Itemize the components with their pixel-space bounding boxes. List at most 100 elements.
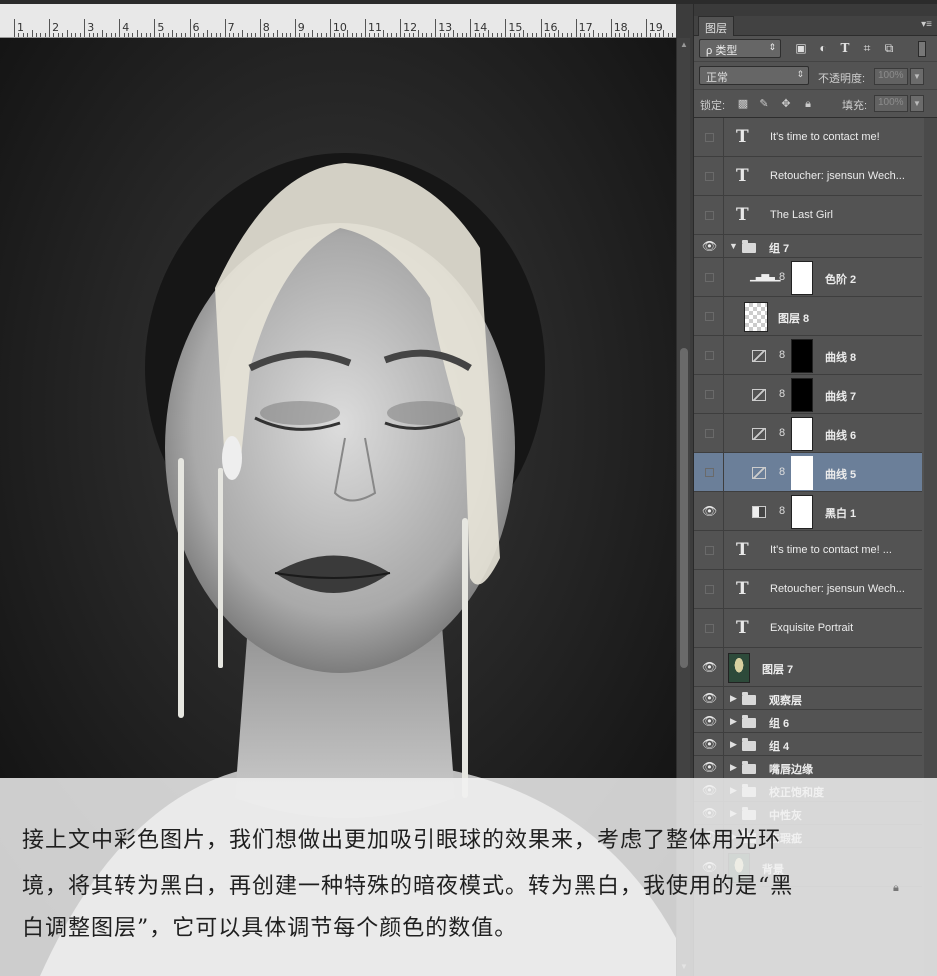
ruler-minor-tick [132,33,134,37]
layer-mask-thumbnail[interactable] [791,338,813,373]
visibility-toggle[interactable] [694,453,724,491]
layer-row[interactable]: 👁︎ 图层 7 [694,648,922,687]
layer-row[interactable]: 👁︎ 8 黑白 1 [694,492,922,531]
layer-row[interactable]: 👁︎ ▶ 观察层 [694,687,922,710]
visibility-eye-icon[interactable]: 👁︎ [694,492,724,530]
visibility-eye-icon[interactable]: 👁︎ [694,733,724,755]
layer-mask-thumbnail[interactable] [791,377,813,412]
visibility-toggle[interactable] [694,336,724,374]
ruler-minor-tick [422,33,424,37]
layer-row[interactable]: 👁︎ ▶ 组 6 [694,710,922,733]
layer-row[interactable]: T It's time to contact me! [694,118,922,157]
opacity-dropdown-icon[interactable]: ▼ [910,68,924,85]
fill-dropdown-icon[interactable]: ▼ [910,95,924,112]
ruler-minor-tick [57,33,59,37]
visibility-eye-icon[interactable]: 👁︎ [694,235,724,257]
visibility-eye-icon[interactable]: 👁︎ [694,756,724,778]
layer-row[interactable]: T It's time to contact me! ... [694,531,922,570]
group-expand-icon[interactable]: ▶ [730,693,737,704]
ruler-minor-tick [334,33,336,37]
ruler-minor-tick [171,30,173,37]
layer-row[interactable]: T Retoucher: jsensun Wech... [694,157,922,196]
layer-name: The Last Girl [770,208,833,221]
ruler-minor-tick [180,33,182,37]
lock-all-icon[interactable]: 🔒︎ [802,98,814,110]
mask-link-icon[interactable]: 8 [779,427,785,439]
visibility-toggle[interactable] [694,570,724,608]
visibility-eye-icon[interactable]: 👁︎ [694,648,724,686]
layer-mask-thumbnail[interactable] [791,494,813,529]
layer-row[interactable]: T Retoucher: jsensun Wech... [694,570,922,609]
image-filter-icon[interactable]: ▣ [794,41,808,55]
mask-link-icon[interactable]: 8 [779,466,785,478]
filter-toggle-icon[interactable] [918,41,926,57]
ruler-minor-tick [31,30,33,37]
layer-row[interactable]: 图层 8 [694,297,922,336]
adjustment-filter-icon[interactable]: ◐ [816,41,830,55]
layer-row[interactable]: 8 曲线 6 [694,414,922,453]
opacity-field[interactable]: 100% [874,68,908,85]
ruler-minor-tick [417,30,419,37]
ruler-minor-tick [97,33,99,37]
layer-mask-thumbnail[interactable] [791,416,813,451]
transparent-layer-thumbnail[interactable] [744,301,768,332]
group-expand-icon[interactable]: ▶ [730,762,737,773]
group-expand-icon[interactable]: ▶ [730,716,737,727]
ruler-minor-tick [571,33,573,37]
visibility-toggle[interactable] [694,531,724,569]
mask-link-icon[interactable]: 8 [779,271,785,283]
group-expand-icon[interactable]: ▼ [729,241,738,251]
layer-row[interactable]: 👁︎ ▶ 嘴唇边缘 [694,756,922,779]
fill-field[interactable]: 100% [874,95,908,112]
scroll-up-icon[interactable]: ▲ [680,40,688,49]
ruler-minor-tick [233,33,235,37]
visibility-toggle[interactable] [694,414,724,452]
shape-filter-icon[interactable]: ⌗ [860,41,874,55]
layer-row[interactable]: 8 曲线 8 [694,336,922,375]
layer-row[interactable]: 8 曲线 7 [694,375,922,414]
lock-position-icon[interactable]: ✥ [780,98,792,110]
blend-mode-select[interactable]: 正常 ⇕ [699,66,809,85]
layer-row[interactable]: 👁︎ ▶ 组 4 [694,733,922,756]
lock-transparent-pixels-icon[interactable]: ▩ [737,98,749,110]
type-filter-icon[interactable]: T [838,41,852,55]
ruler-minor-tick [632,33,634,37]
ruler-major-tick [224,19,226,37]
layer-row[interactable]: T Exquisite Portrait [694,609,922,648]
panel-menu-icon[interactable]: ▾≡ [921,19,932,30]
article-text-overlay: 接上文中彩色图片，我们想做出更加吸引眼球的效果来，考虑了整体用光环 境，将其转为… [0,778,937,976]
eye-icon: 👁︎ [702,736,718,751]
mask-link-icon[interactable]: 8 [779,388,785,400]
visibility-toggle[interactable] [694,157,724,195]
layer-row[interactable]: 8 曲线 5 [694,453,922,492]
horizontal-ruler: 1 2 3 4 5 6 7 8 9 10 11 12 13 14 15 16 17 18 19 [0,4,676,38]
ruler-minor-tick [268,33,270,37]
group-expand-icon[interactable]: ▶ [730,739,737,750]
scroll-thumb[interactable] [680,348,688,668]
ruler-major-tick [400,19,402,37]
layer-row[interactable]: T The Last Girl [694,196,922,235]
lock-image-pixels-icon[interactable]: ✎ [758,98,770,110]
photo-layer-thumbnail[interactable] [728,652,750,683]
mask-link-icon[interactable]: 8 [779,505,785,517]
layer-row[interactable]: 👁︎ ▼ 组 7 [694,235,922,258]
visibility-toggle[interactable] [694,118,724,156]
layer-row[interactable]: ▁▃▅▃▁ 8 色阶 2 [694,258,922,297]
visibility-toggle[interactable] [694,375,724,413]
visibility-toggle[interactable] [694,258,724,296]
ruler-minor-tick [44,33,46,37]
layer-mask-thumbnail[interactable] [791,260,813,295]
visibility-eye-icon[interactable]: 👁︎ [694,710,724,732]
visibility-toggle[interactable] [694,196,724,234]
mask-link-icon[interactable]: 8 [779,349,785,361]
smart-object-filter-icon[interactable]: ⧉ [882,41,896,55]
visibility-eye-icon[interactable]: 👁︎ [694,687,724,709]
ruler-minor-tick [22,33,24,37]
visibility-toggle[interactable] [694,609,724,647]
ruler-major-tick [119,19,121,37]
filter-kind-label: ρ 类型 [706,45,738,57]
filter-kind-select[interactable]: ρ 类型 ⇕ [699,39,781,58]
visibility-toggle[interactable] [694,297,724,335]
layer-mask-thumbnail[interactable] [791,455,813,490]
tab-layers[interactable]: 图层 [698,16,734,36]
